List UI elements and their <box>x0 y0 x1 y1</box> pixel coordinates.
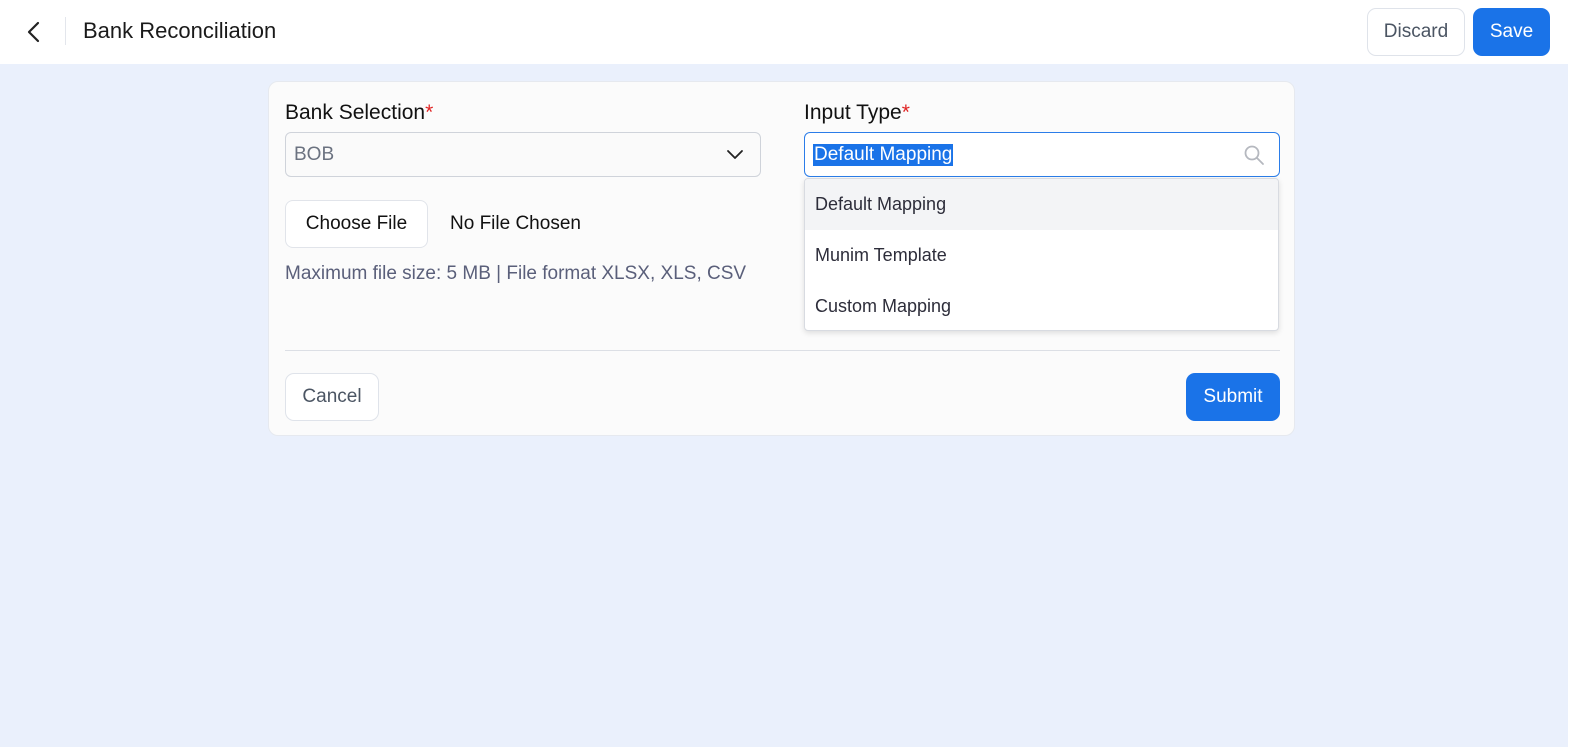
divider <box>285 350 1280 351</box>
cancel-button[interactable]: Cancel <box>285 373 379 421</box>
choose-file-button[interactable]: Choose File <box>285 200 428 248</box>
file-status: No File Chosen <box>450 213 581 234</box>
input-type-search-input[interactable]: Default Mapping <box>804 132 1280 177</box>
bank-selection-label: Bank Selection* <box>285 101 433 125</box>
save-button[interactable]: Save <box>1473 8 1550 56</box>
input-type-value: Default Mapping <box>813 143 954 166</box>
required-mark: * <box>425 101 434 124</box>
chevron-down-icon <box>727 150 743 159</box>
discard-button[interactable]: Discard <box>1367 8 1465 56</box>
search-icon <box>1244 145 1264 165</box>
file-hint: Maximum file size: 5 MB | File format XL… <box>285 263 747 284</box>
top-bar: Bank Reconciliation Discard Save <box>0 0 1585 64</box>
bank-selection-value: BOB <box>294 143 335 165</box>
title-divider <box>65 17 66 45</box>
back-button[interactable] <box>18 16 50 48</box>
bank-selection-select[interactable]: BOB <box>285 132 761 177</box>
dropdown-option-custom-mapping[interactable]: Custom Mapping <box>805 281 1278 330</box>
dropdown-option-munim-template[interactable]: Munim Template <box>805 230 1278 281</box>
dropdown-option-default-mapping[interactable]: Default Mapping <box>805 179 1278 230</box>
input-type-label-text: Input Type <box>804 101 902 124</box>
bank-selection-label-text: Bank Selection <box>285 101 426 124</box>
input-type-dropdown: Default Mapping Munim Template Custom Ma… <box>804 178 1279 331</box>
page-title: Bank Reconciliation <box>83 18 277 43</box>
chevron-left-icon <box>27 21 40 43</box>
input-type-label: Input Type* <box>804 101 910 125</box>
submit-button[interactable]: Submit <box>1186 373 1280 421</box>
page-scrollbar[interactable] <box>1568 0 1585 747</box>
required-mark: * <box>901 101 910 124</box>
